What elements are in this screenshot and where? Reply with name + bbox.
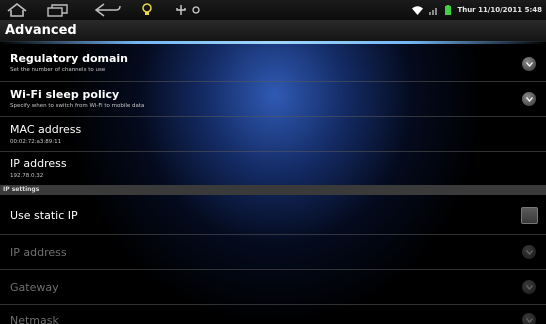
setting-subtitle: Specify when to switch from Wi-Fi to mob… (10, 103, 145, 109)
notification-icon (191, 1, 201, 19)
battery-icon (445, 5, 452, 15)
chevron-down-icon[interactable] (522, 92, 536, 106)
field-label: IP address (10, 246, 67, 259)
bulb-icon (140, 1, 154, 19)
signal-icon (429, 7, 438, 15)
wifi-icon (412, 5, 424, 15)
chevron-down-icon (522, 313, 536, 324)
static-ip-address-field: IP address (0, 235, 546, 270)
static-ip-checkbox[interactable] (521, 207, 538, 224)
chevron-down-icon (522, 280, 536, 294)
status-datetime: Thur 11/10/2011 5:48 (457, 6, 542, 14)
use-static-ip-setting[interactable]: Use static IP (0, 196, 546, 235)
ip-address-info: IP address 192.78.0.32 (0, 152, 546, 184)
ip-settings-section-header: IP settings (0, 185, 546, 195)
mac-address-value: 00:02:72:a3:89:11 (10, 139, 62, 145)
field-label: Gateway (10, 281, 59, 294)
usb-icon (174, 1, 188, 19)
setting-title: IP address (10, 157, 67, 170)
status-bar: Thur 11/10/2011 5:48 (0, 0, 546, 21)
page-header: Advanced (0, 20, 546, 42)
ip-address-value: 192.78.0.32 (10, 173, 44, 179)
chevron-down-icon[interactable] (522, 57, 536, 71)
status-indicators: Thur 11/10/2011 5:48 (412, 0, 542, 20)
setting-subtitle: Set the number of channels to use (10, 67, 106, 73)
setting-title: Wi-Fi sleep policy (10, 88, 120, 101)
gateway-field: Gateway (0, 270, 546, 305)
back-icon[interactable] (90, 1, 124, 19)
netmask-field: Netmask (0, 305, 546, 324)
mac-address-info: MAC address 00:02:72:a3:89:11 (0, 117, 546, 152)
setting-title: Use static IP (10, 209, 78, 222)
setting-title: Regulatory domain (10, 52, 128, 65)
chevron-down-icon (522, 245, 536, 259)
regulatory-domain-setting[interactable]: Regulatory domain Set the number of chan… (0, 46, 546, 82)
recent-apps-icon[interactable] (44, 1, 72, 19)
field-label: Netmask (10, 314, 59, 324)
page-title: Advanced (5, 23, 77, 38)
wifi-sleep-policy-setting[interactable]: Wi-Fi sleep policy Specify when to switc… (0, 82, 546, 117)
settings-screen: Thur 11/10/2011 5:48 Advanced Regulatory… (0, 0, 546, 324)
header-divider (0, 41, 546, 44)
home-icon[interactable] (4, 1, 30, 19)
section-label: IP settings (3, 186, 40, 193)
setting-title: MAC address (10, 123, 82, 136)
